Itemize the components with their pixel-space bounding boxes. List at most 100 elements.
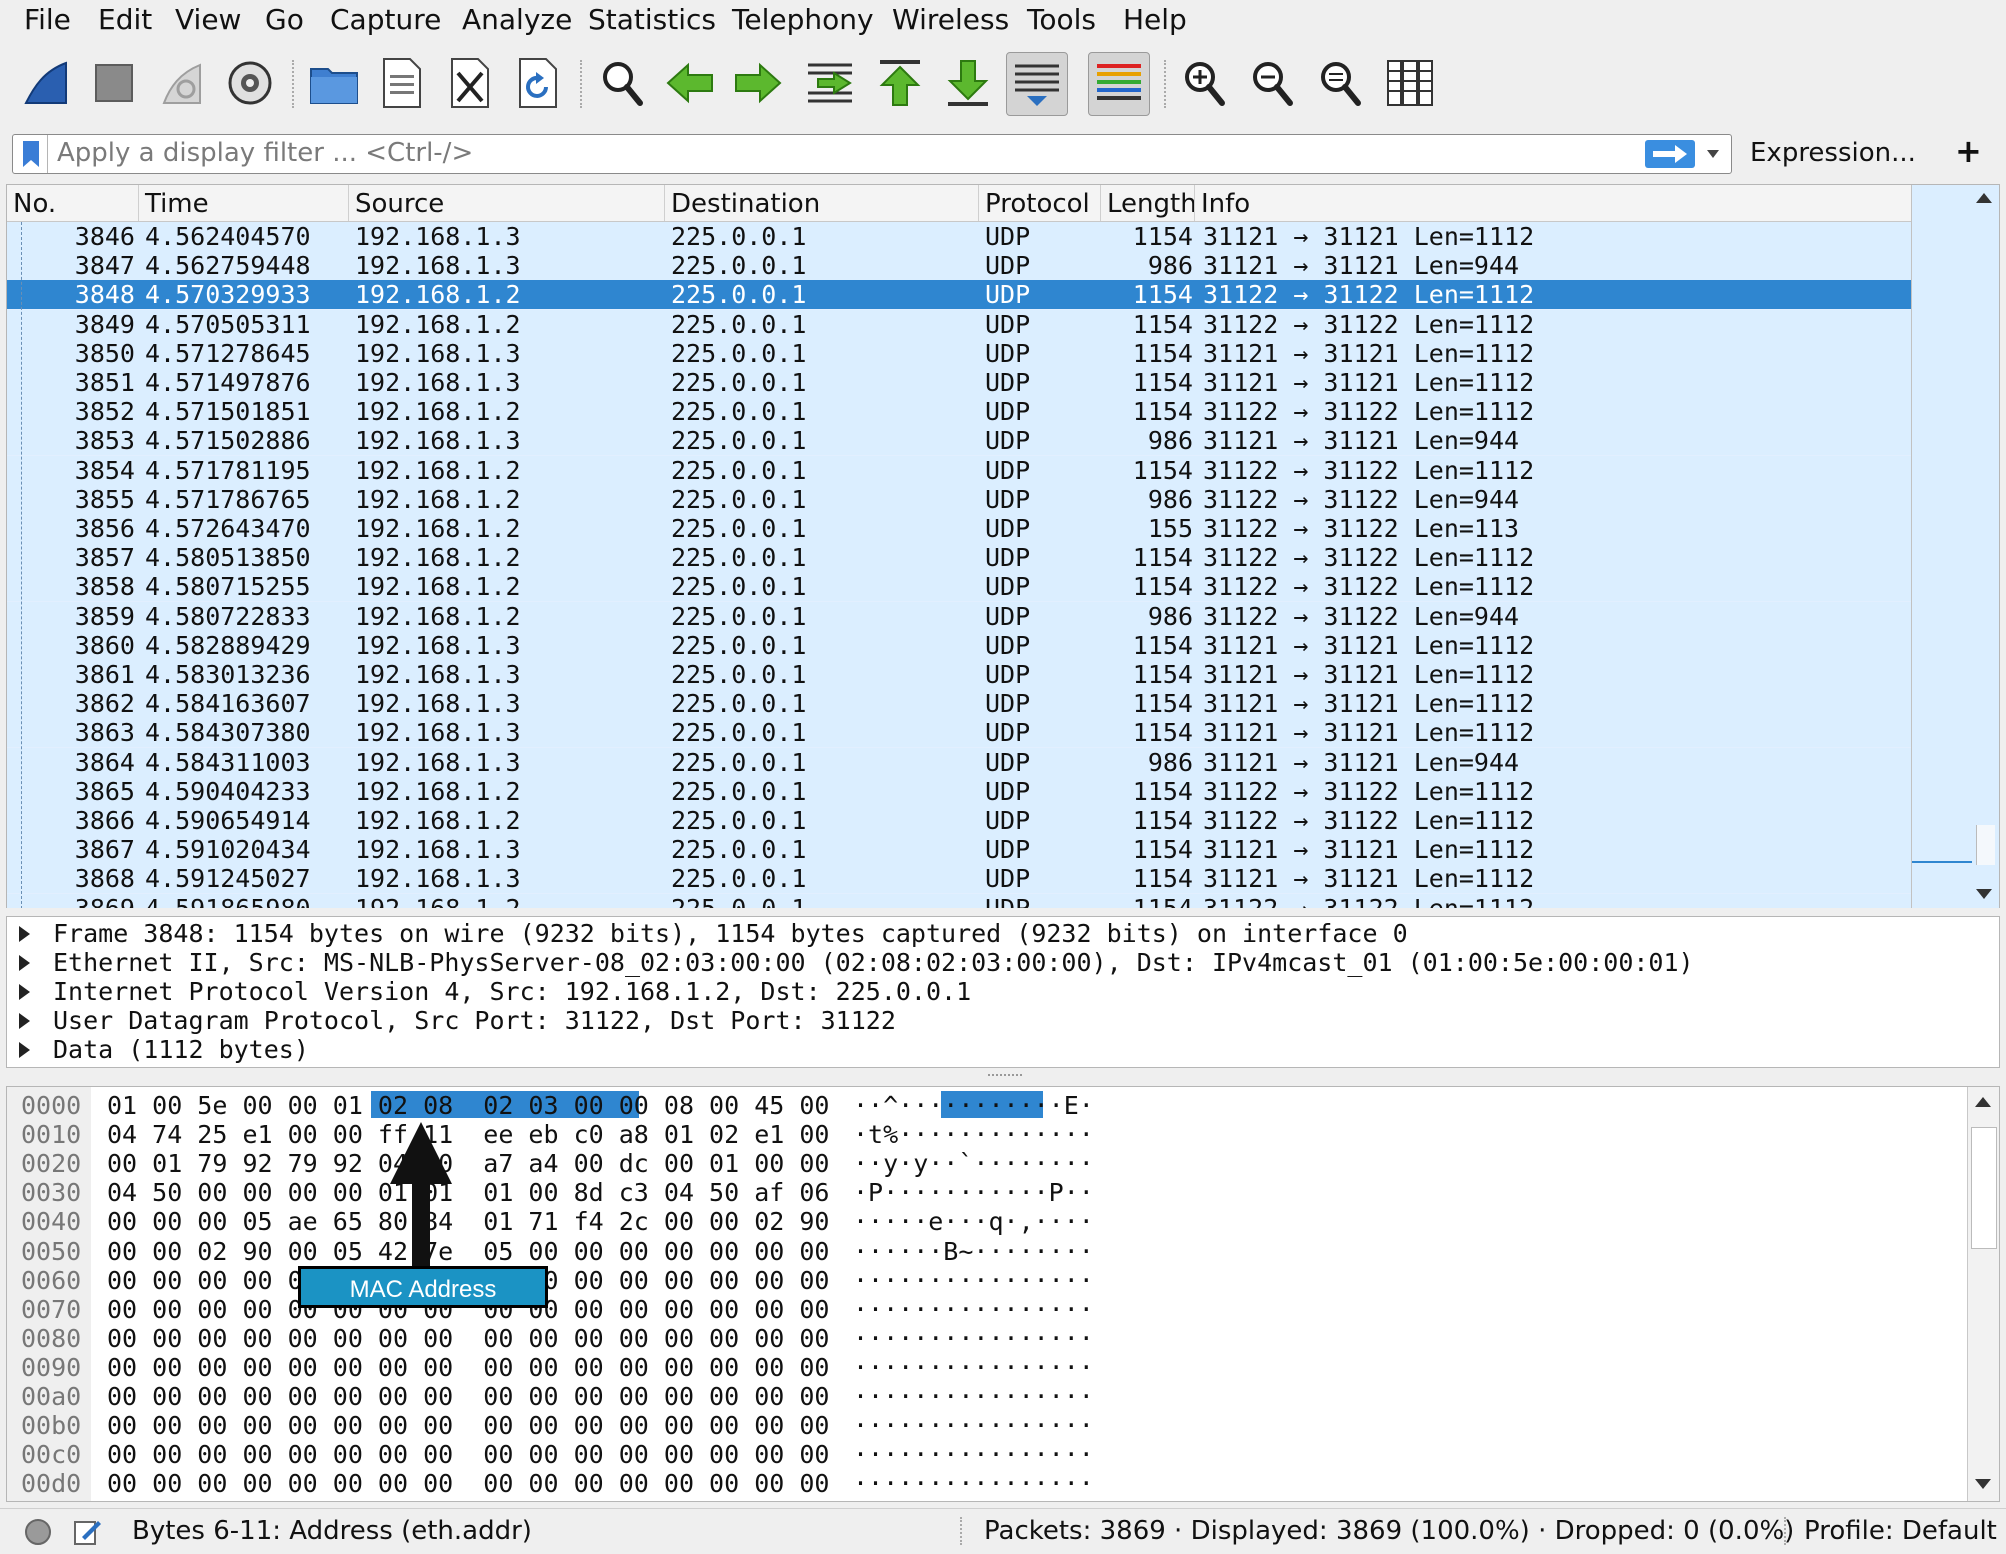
colorize-icon[interactable] — [1088, 52, 1150, 116]
last-packet-icon[interactable] — [938, 52, 998, 114]
go-back-icon[interactable] — [660, 52, 720, 114]
restart-icon[interactable] — [152, 52, 212, 114]
menu-wireless[interactable]: Wireless — [892, 0, 1009, 40]
table-row[interactable]: 3854 4.571781195 192.168.1.2 225.0.0.1 UDP 11… — [7, 455, 1911, 485]
bookmark-icon[interactable] — [21, 141, 41, 171]
table-row-selected[interactable]: 3848 4.570329933 192.168.1.2 225.0.0.1 UDP 11… — [7, 280, 1911, 310]
table-row[interactable]: 3862 4.584163607 192.168.1.3 225.0.0.1 UDP 11… — [7, 689, 1911, 719]
column-header-time[interactable]: Time — [139, 185, 349, 221]
menu-analyze[interactable]: Analyze — [462, 0, 572, 40]
table-row[interactable]: 3866 4.590654914 192.168.1.2 225.0.0.1 UDP 11… — [7, 806, 1911, 835]
add-filter-button[interactable]: + — [1955, 132, 1982, 170]
column-header-info[interactable]: Info — [1195, 185, 1911, 221]
byte-ascii[interactable]: ··y·y··`········ — [853, 1149, 1094, 1178]
scroll-up-icon[interactable] — [1976, 193, 1992, 203]
menu-file[interactable]: File — [24, 0, 71, 40]
zoom-out-icon[interactable] — [1242, 52, 1302, 114]
bytes-scrollbar[interactable] — [1967, 1087, 1999, 1501]
table-row[interactable]: 3853 4.571502886 192.168.1.3 225.0.0.1 UDP 98… — [7, 426, 1911, 456]
table-row[interactable]: 3860 4.582889429 192.168.1.3 225.0.0.1 UDP 11… — [7, 630, 1911, 660]
filter-history-dropdown-icon[interactable] — [1707, 150, 1719, 158]
byte-ascii[interactable]: ·t%············· — [853, 1120, 1094, 1149]
status-profile[interactable]: Profile: Default — [1804, 1509, 1997, 1553]
detail-udp[interactable]: User Datagram Protocol, Src Port: 31122,… — [7, 1006, 1999, 1035]
file-icon[interactable] — [372, 52, 432, 114]
byte-hex[interactable]: 04 74 25 e1 00 00 ff 11 ee eb c0 a8 01 0… — [107, 1120, 829, 1149]
byte-hex[interactable]: 01 00 5e 00 00 01 02 08 02 03 00 00 08 0… — [107, 1091, 829, 1120]
byte-hex[interactable]: 00 00 00 05 ae 65 80 84 01 71 f4 2c 00 0… — [107, 1207, 829, 1236]
byte-ascii[interactable]: ······B~········ — [853, 1237, 1094, 1266]
apply-filter-arrow-icon[interactable] — [1645, 140, 1695, 172]
expand-arrow-icon[interactable] — [19, 1042, 30, 1058]
menu-go[interactable]: Go — [265, 0, 304, 40]
go-to-packet-icon[interactable] — [800, 52, 860, 114]
menu-statistics[interactable]: Statistics — [588, 0, 716, 40]
table-row[interactable]: 3847 4.562759448 192.168.1.3 225.0.0.1 UDP 98… — [7, 251, 1911, 281]
display-filter-input[interactable] — [57, 137, 1637, 169]
scroll-down-icon[interactable] — [1975, 1479, 1991, 1489]
table-row[interactable]: 3869 4.591865980 192.168.1.2 225.0.0.1 UDP 11… — [7, 893, 1911, 909]
menu-telephony[interactable]: Telephony — [732, 0, 874, 40]
detail-ipv4[interactable]: Internet Protocol Version 4, Src: 192.16… — [7, 977, 1999, 1006]
table-row[interactable]: 3851 4.571497876 192.168.1.3 225.0.0.1 UDP 11… — [7, 368, 1911, 397]
detail-ethernet[interactable]: Ethernet II, Src: MS-NLB-PhysServer-08_0… — [7, 948, 1999, 977]
byte-hex[interactable]: 00 01 79 92 79 92 04 60 a7 a4 00 dc 00 0… — [107, 1149, 829, 1178]
byte-hex[interactable]: 00 00 02 90 00 05 42 7e 05 00 00 00 00 0… — [107, 1237, 829, 1266]
table-row[interactable]: 3850 4.571278645 192.168.1.3 225.0.0.1 UDP 11… — [7, 338, 1911, 368]
byte-hex[interactable]: 00 00 00 00 00 00 00 00 00 00 00 00 00 0… — [107, 1324, 829, 1353]
byte-hex[interactable]: 00 00 00 00 00 00 00 00 00 00 00 00 00 0… — [107, 1382, 829, 1411]
menu-tools[interactable]: Tools — [1027, 0, 1096, 40]
byte-ascii[interactable]: ················ — [853, 1324, 1094, 1353]
table-row[interactable]: 3861 4.583013236 192.168.1.3 225.0.0.1 UDP 11… — [7, 660, 1911, 689]
expand-arrow-icon[interactable] — [19, 984, 30, 1000]
scroll-thumb[interactable] — [1971, 1127, 1997, 1249]
scroll-thumb[interactable] — [1976, 825, 1995, 865]
table-row[interactable]: 3859 4.580722833 192.168.1.2 225.0.0.1 UDP 98… — [7, 601, 1911, 631]
byte-ascii[interactable]: ·····e···q·,···· — [853, 1207, 1094, 1236]
column-header-source[interactable]: Source — [349, 185, 665, 221]
detail-data[interactable]: Data (1112 bytes) — [7, 1035, 1999, 1064]
detail-frame[interactable]: Frame 3848: 1154 bytes on wire (9232 bit… — [7, 919, 1999, 948]
expression-button[interactable]: Expression... — [1750, 134, 1916, 172]
column-header-length[interactable]: Length — [1101, 185, 1195, 221]
column-header-no[interactable]: No. — [7, 185, 139, 221]
packet-list-scrollbar[interactable] — [1911, 185, 1999, 909]
zoom-in-icon[interactable] — [1174, 52, 1234, 114]
table-row[interactable]: 3846 4.562404570 192.168.1.3 225.0.0.1 UDP 11… — [7, 222, 1911, 251]
go-forward-icon[interactable] — [728, 52, 788, 114]
table-row[interactable]: 3852 4.571501851 192.168.1.2 225.0.0.1 UDP 11… — [7, 397, 1911, 427]
autoscroll-icon[interactable] — [1006, 52, 1068, 116]
byte-ascii[interactable]: ················ — [853, 1440, 1094, 1469]
capture-options-icon[interactable] — [220, 52, 280, 114]
byte-hex[interactable]: 00 00 00 00 00 00 00 00 00 00 00 00 00 0… — [107, 1469, 829, 1498]
reload-icon[interactable] — [508, 52, 568, 114]
menu-edit[interactable]: Edit — [98, 0, 152, 40]
zoom-normal-icon[interactable] — [1310, 52, 1370, 114]
menu-help[interactable]: Help — [1123, 0, 1187, 40]
table-row[interactable]: 3868 4.591245027 192.168.1.3 225.0.0.1 UDP 11… — [7, 864, 1911, 894]
table-row[interactable]: 3867 4.591020434 192.168.1.3 225.0.0.1 UDP 11… — [7, 835, 1911, 865]
resize-columns-icon[interactable] — [1380, 52, 1440, 114]
byte-hex[interactable]: 00 00 00 00 00 00 00 00 00 00 00 00 00 0… — [107, 1353, 829, 1382]
byte-ascii[interactable]: ················ — [853, 1295, 1094, 1324]
table-row[interactable]: 3858 4.580715255 192.168.1.2 225.0.0.1 UDP 11… — [7, 572, 1911, 602]
byte-hex[interactable]: 04 50 00 00 00 00 01 01 01 00 8d c3 04 5… — [107, 1178, 829, 1207]
menu-view[interactable]: View — [175, 0, 241, 40]
stop-icon[interactable] — [84, 52, 144, 114]
table-row[interactable]: 3864 4.584311003 192.168.1.3 225.0.0.1 UDP 98… — [7, 747, 1911, 777]
table-row[interactable]: 3865 4.590404233 192.168.1.2 225.0.0.1 UDP 11… — [7, 776, 1911, 806]
column-header-protocol[interactable]: Protocol — [979, 185, 1101, 221]
pane-splitter[interactable] — [0, 1070, 2006, 1080]
scroll-down-icon[interactable] — [1976, 889, 1992, 899]
byte-ascii[interactable]: ················ — [853, 1469, 1094, 1498]
expert-info-icon[interactable] — [24, 1518, 52, 1553]
byte-hex[interactable]: 00 00 00 00 00 00 00 00 00 00 00 00 00 0… — [107, 1440, 829, 1469]
byte-ascii[interactable]: ··^···········E· — [853, 1091, 1094, 1120]
expand-arrow-icon[interactable] — [19, 926, 30, 942]
column-header-destination[interactable]: Destination — [665, 185, 979, 221]
shark-fin-start-icon[interactable] — [16, 52, 76, 114]
byte-ascii[interactable]: ················ — [853, 1382, 1094, 1411]
find-icon[interactable] — [592, 52, 652, 114]
byte-hex[interactable]: 00 00 00 00 00 00 00 00 00 00 00 00 00 0… — [107, 1411, 829, 1440]
byte-ascii[interactable]: ················ — [853, 1411, 1094, 1440]
